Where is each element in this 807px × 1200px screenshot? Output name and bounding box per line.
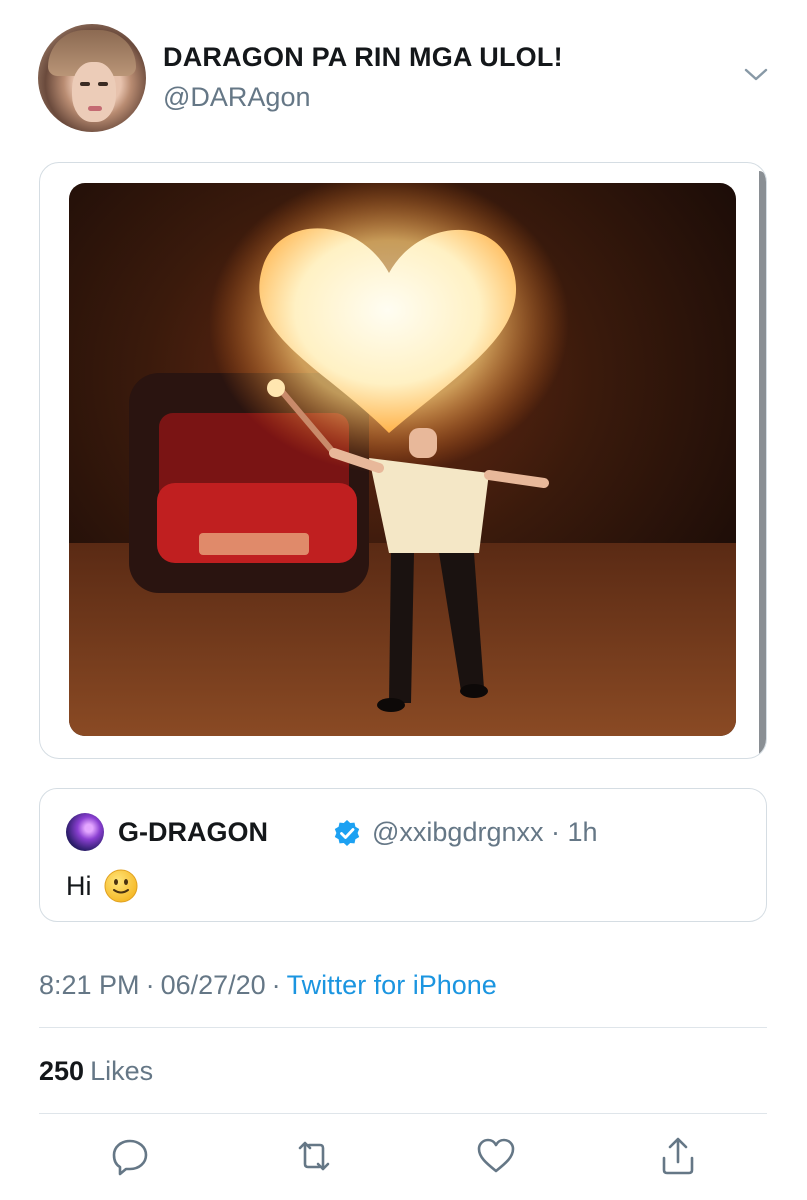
- share-icon[interactable]: [656, 1134, 700, 1178]
- quoted-tweet-card[interactable]: G-DRAGON @xxibgdrgnxx · 1h Hi: [39, 788, 767, 922]
- media-card-edge: [759, 171, 766, 756]
- avatar-eye: [98, 82, 108, 86]
- retweet-icon[interactable]: [292, 1134, 336, 1178]
- author-avatar[interactable]: [38, 24, 146, 132]
- quoted-tweet-text: Hi: [66, 870, 92, 901]
- tweet-meta: 8:21 PM · 06/27/20 · Twitter for iPhone: [39, 970, 497, 1001]
- chevron-down-icon[interactable]: [742, 64, 770, 84]
- verified-badge-icon: [332, 818, 362, 848]
- author-display-name[interactable]: DARAGON PA RIN MGA ULOL!: [163, 42, 563, 73]
- slightly-smiling-face-icon: [104, 869, 138, 903]
- author-handle[interactable]: @DARAgon: [163, 82, 310, 113]
- meta-separator: ·: [145, 970, 155, 1000]
- divider: [39, 1027, 767, 1028]
- quoted-author-display-name: G-DRAGON: [118, 817, 268, 847]
- likes-count: 250: [39, 1056, 85, 1086]
- likes-label: Likes: [90, 1056, 154, 1086]
- tweet-source-link[interactable]: Twitter for iPhone: [287, 970, 497, 1000]
- likes-stat[interactable]: 250 Likes: [39, 1056, 153, 1087]
- avatar-face: [72, 62, 116, 122]
- reply-icon[interactable]: [108, 1134, 152, 1178]
- tweet-photo[interactable]: [69, 183, 736, 736]
- avatar-eye: [80, 82, 90, 86]
- avatar-lip: [88, 106, 102, 111]
- heart-icon[interactable]: [474, 1134, 518, 1178]
- quoted-tweet-text-row: Hi: [66, 869, 138, 903]
- tweet-time: 8:21 PM: [39, 970, 140, 1000]
- quoted-author-handle-time: @xxibgdrgnxx · 1h: [372, 817, 598, 847]
- tweet-date: 06/27/20: [160, 970, 266, 1000]
- divider: [39, 1113, 767, 1114]
- meta-separator: ·: [271, 970, 281, 1000]
- quoted-author-avatar[interactable]: [66, 813, 104, 851]
